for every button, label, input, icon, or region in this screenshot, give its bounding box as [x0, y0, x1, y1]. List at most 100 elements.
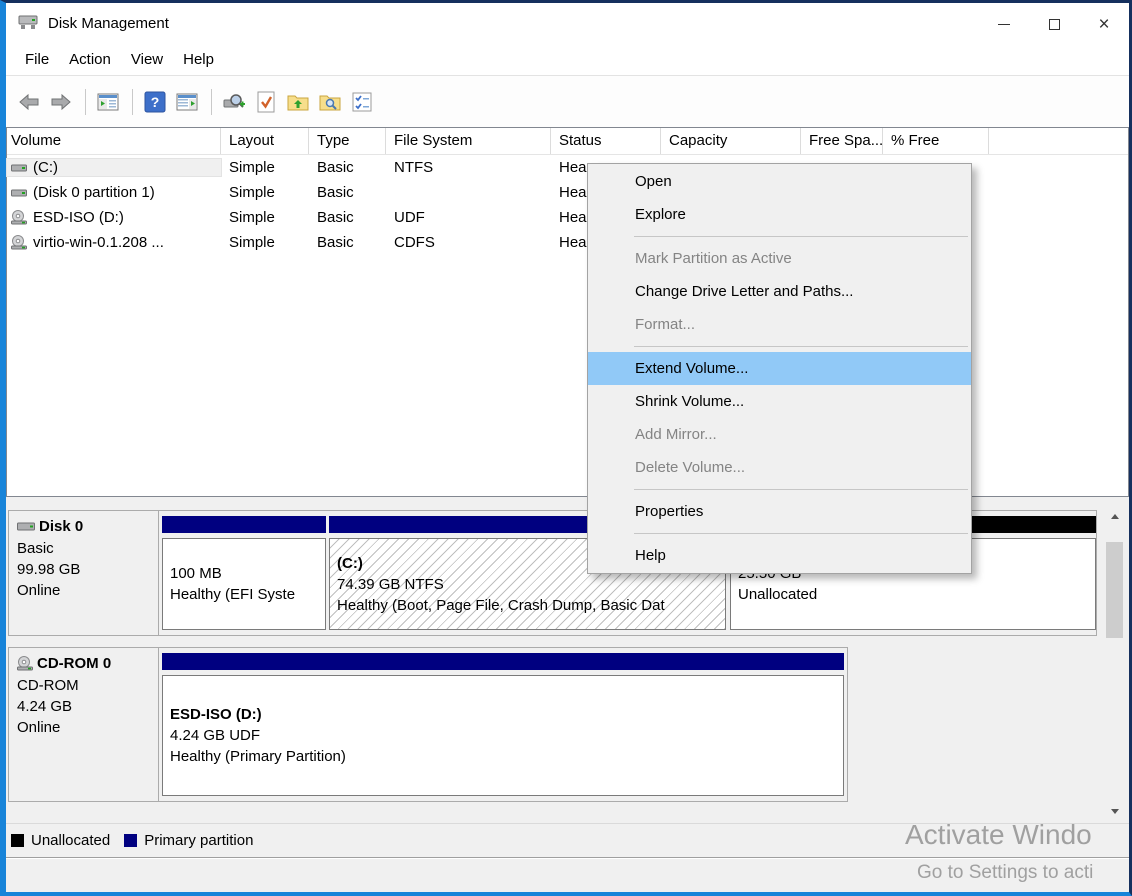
disk0-label[interactable]: Disk 0 Basic 99.98 GB Online: [9, 511, 159, 635]
cd-rom-icon: [17, 656, 33, 671]
partition-efi[interactable]: 100 MB Healthy (EFI Syste: [162, 514, 326, 632]
file-system-cell: CDFS: [386, 234, 551, 251]
menu-item-add-mirror: Add Mirror...: [588, 418, 971, 451]
cd-volume-icon: [11, 210, 27, 225]
forward-icon[interactable]: [46, 88, 76, 116]
status-bar: [6, 859, 1129, 892]
volume-name: (Disk 0 partition 1): [33, 184, 155, 201]
partition-size: 4.24 GB UDF: [170, 725, 843, 746]
layout-cell: Simple: [221, 159, 309, 176]
menu-separator: [634, 489, 968, 490]
type-cell: Basic: [309, 184, 386, 201]
window-controls: ×: [979, 3, 1129, 45]
close-icon: ×: [1098, 15, 1109, 34]
disk-name: Disk 0: [39, 518, 83, 535]
show-console-tree-icon[interactable]: [93, 88, 123, 116]
column-header-volume[interactable]: Volume: [7, 128, 221, 154]
menu-file[interactable]: File: [15, 45, 59, 75]
task-check-icon[interactable]: [251, 88, 281, 116]
help-icon[interactable]: ?: [140, 88, 170, 116]
rescan-disks-icon[interactable]: [219, 88, 249, 116]
menu-item-shrink-volume[interactable]: Shrink Volume...: [588, 385, 971, 418]
column-header-status[interactable]: Status: [551, 128, 661, 154]
vertical-scrollbar[interactable]: [1106, 507, 1123, 820]
legend-label: Primary partition: [144, 832, 253, 849]
volume-name: virtio-win-0.1.208 ...: [33, 234, 164, 251]
menu-item-format: Format...: [588, 308, 971, 341]
context-menu: Open Explore Mark Partition as Active Ch…: [587, 163, 972, 574]
disk-size: 99.98 GB: [17, 559, 150, 580]
maximize-icon: [1049, 19, 1060, 30]
partition-status: Healthy (Primary Partition): [170, 746, 843, 767]
column-header-file-system[interactable]: File System: [386, 128, 551, 154]
menu-item-open[interactable]: Open: [588, 165, 971, 198]
menu-item-change-drive-letter-and-paths[interactable]: Change Drive Letter and Paths...: [588, 275, 971, 308]
partition-name: ESD-ISO (D:): [170, 704, 843, 725]
toolbar-separator: [132, 89, 133, 115]
primary-partition-swatch: [124, 834, 137, 847]
legend-bar: Unallocated Primary partition: [6, 823, 1129, 858]
disk-type: CD-ROM: [17, 675, 150, 696]
column-header-capacity[interactable]: Capacity: [661, 128, 801, 154]
menu-separator: [634, 533, 968, 534]
menu-bar: File Action View Help: [6, 45, 1129, 75]
maximize-button[interactable]: [1029, 3, 1079, 45]
column-header-layout[interactable]: Layout: [221, 128, 309, 154]
menu-item-explore[interactable]: Explore: [588, 198, 971, 231]
toolbar-separator: [85, 89, 86, 115]
file-system-cell: NTFS: [386, 159, 551, 176]
file-system-cell: UDF: [386, 209, 551, 226]
disk-volume-icon: [11, 161, 27, 175]
partition-status: Healthy (EFI Syste: [170, 584, 325, 605]
menu-item-help[interactable]: Help: [588, 539, 971, 572]
toolbar-separator: [211, 89, 212, 115]
column-header-percent-free[interactable]: % Free: [883, 128, 989, 154]
minimize-button[interactable]: [979, 3, 1029, 45]
column-header-free-space[interactable]: Free Spa...: [801, 128, 883, 154]
svg-text:?: ?: [151, 94, 160, 110]
partition-status: Unallocated: [738, 584, 1095, 605]
menu-separator: [634, 346, 968, 347]
disk-name: CD-ROM 0: [37, 655, 111, 672]
menu-view[interactable]: View: [121, 45, 173, 75]
layout-cell: Simple: [221, 234, 309, 251]
cdrom0-label[interactable]: CD-ROM 0 CD-ROM 4.24 GB Online: [9, 648, 159, 801]
layout-cell: Simple: [221, 184, 309, 201]
menu-item-extend-volume[interactable]: Extend Volume...: [588, 352, 971, 385]
show-action-pane-icon[interactable]: [172, 88, 202, 116]
checklist-icon[interactable]: [347, 88, 377, 116]
menu-item-properties[interactable]: Properties: [588, 495, 971, 528]
legend-primary-partition: Primary partition: [124, 832, 253, 849]
type-cell: Basic: [309, 209, 386, 226]
disk-drive-icon: [16, 13, 40, 37]
column-header-type[interactable]: Type: [309, 128, 386, 154]
folder-up-icon[interactable]: [283, 88, 313, 116]
title-bar: Disk Management ×: [6, 3, 1129, 45]
scroll-up-button[interactable]: [1106, 507, 1123, 525]
toolbar: ?: [6, 75, 1129, 127]
type-cell: Basic: [309, 234, 386, 251]
disk-drive-icon: [17, 521, 35, 533]
unallocated-swatch: [11, 834, 24, 847]
scrollbar-thumb[interactable]: [1106, 542, 1123, 638]
volume-name: (C:): [33, 159, 58, 176]
partition-status: Healthy (Boot, Page File, Crash Dump, Ba…: [337, 595, 725, 616]
volume-name: ESD-ISO (D:): [33, 209, 124, 226]
disk-row-cdrom0: CD-ROM 0 CD-ROM 4.24 GB Online ESD-ISO (…: [8, 647, 848, 802]
scroll-down-button[interactable]: [1106, 802, 1123, 820]
scroll-up-icon: [1111, 514, 1119, 519]
partition-size: 74.39 GB NTFS: [337, 574, 725, 595]
window-title: Disk Management: [48, 15, 169, 32]
menu-action[interactable]: Action: [59, 45, 121, 75]
cd-volume-icon: [11, 235, 27, 250]
volume-list-header: Volume Layout Type File System Status Ca…: [7, 128, 1128, 155]
folder-search-icon[interactable]: [315, 88, 345, 116]
partition-size: 100 MB: [170, 563, 325, 584]
close-button[interactable]: ×: [1079, 3, 1129, 45]
partition-esd-iso[interactable]: ESD-ISO (D:) 4.24 GB UDF Healthy (Primar…: [162, 651, 844, 798]
primary-partition-band: [162, 653, 844, 670]
back-icon[interactable]: [14, 88, 44, 116]
menu-help[interactable]: Help: [173, 45, 224, 75]
minimize-icon: [998, 24, 1010, 25]
disk-volume-icon: [11, 186, 27, 200]
